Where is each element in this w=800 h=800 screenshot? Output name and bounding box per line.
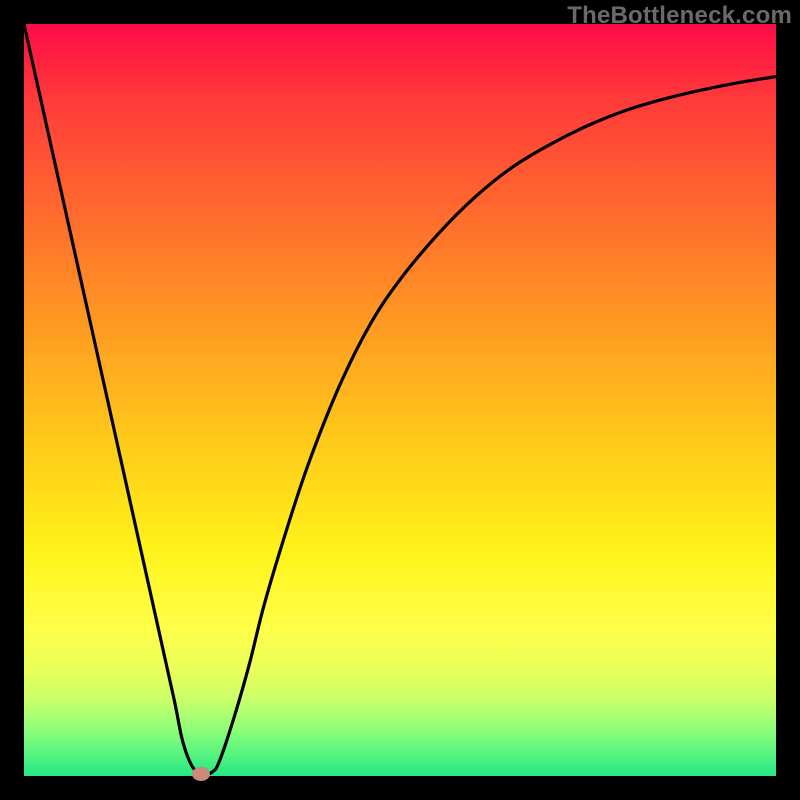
bottleneck-curve [24,24,776,776]
curve-path [24,24,776,774]
chart-frame: TheBottleneck.com [0,0,800,800]
optimum-marker [192,767,210,781]
plot-area [24,24,776,776]
